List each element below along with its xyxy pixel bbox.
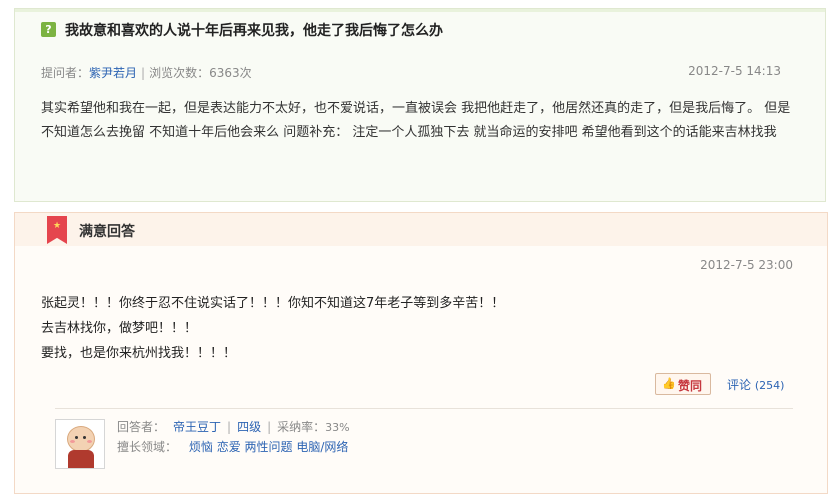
avatar-cheek [70, 440, 75, 443]
asker-name-link[interactable]: 紫尹若月 [89, 66, 137, 80]
adopt-rate: 33% [325, 421, 350, 434]
info-separator: | [227, 420, 232, 434]
answer-line: 去吉林找你，做梦吧！！！ [41, 321, 198, 336]
question-title: 我故意和喜欢的人说十年后再来见我，他走了我后悔了怎么办 [65, 23, 443, 39]
avatar-eye [83, 436, 86, 439]
answer-line: 张起灵！！！你终于忍不住说实话了！！！你知不知道这7年老子等到多辛苦！！ [41, 296, 505, 311]
thumbs-up-icon: 👍 [662, 377, 676, 390]
answer-date: 2012-7-5 23:00 [700, 258, 793, 272]
answer-body: 张起灵！！！你终于忍不住说实话了！！！你知不知道这7年老子等到多辛苦！！ 去吉林… [41, 291, 504, 366]
expertise-link[interactable]: 两性问题 [245, 440, 293, 454]
question-meta: 提问者：紫尹若月 | 浏览次数：6363次 [41, 64, 252, 81]
expertise-label: 擅长领域： [117, 440, 178, 454]
answerer-info: 回答者： 帝王豆丁 | 四级 | 采纳率：33% [117, 418, 350, 435]
best-answer-header [15, 213, 827, 246]
asker-label: 提问者： [41, 66, 90, 80]
medal-star-icon: ★ [53, 221, 62, 231]
expertise-link[interactable]: 电脑/网络 [296, 440, 348, 454]
adopt-rate-label: 采纳率： [277, 420, 326, 434]
answerer-expertise: 擅长领域： 烦恼 恋爱 两性问题 电脑/网络 [117, 438, 348, 455]
question-mark-icon: ? [41, 22, 56, 37]
divider [55, 408, 793, 409]
question-top-strip [15, 9, 825, 12]
best-answer-panel: ★ 满意回答 2012-7-5 23:00 张起灵！！！你终于忍不住说实话了！！… [14, 212, 828, 494]
comment-label: 评论 [727, 378, 752, 392]
comment-count: (254) [754, 379, 785, 392]
question-body: 其实希望他和我在一起，但是表达能力不太好，也不爱说话，一直被误会 我把他赶走了，… [41, 101, 791, 140]
avatar-eye [75, 436, 78, 439]
avatar-head [67, 426, 95, 452]
best-answer-title: 满意回答 [79, 224, 135, 240]
expertise-link[interactable]: 恋爱 [217, 440, 241, 454]
answerer-label: 回答者： [117, 420, 166, 434]
avatar-cheek [87, 440, 92, 443]
like-button[interactable]: 👍 赞同 [655, 373, 711, 395]
avatar-body [68, 450, 94, 468]
answerer-level-link[interactable]: 四级 [237, 420, 261, 434]
avatar[interactable] [55, 419, 105, 469]
answer-line: 要找，也是你来杭州找我！！！！ [41, 346, 237, 361]
question-panel: ? 我故意和喜欢的人说十年后再来见我，他走了我后悔了怎么办 提问者：紫尹若月 | 浏… [14, 8, 826, 202]
meta-separator: | [141, 66, 146, 80]
like-label: 赞同 [678, 379, 703, 393]
comment-link[interactable]: 评论 (254) [727, 376, 784, 393]
view-count: 浏览次数：6363次 [149, 66, 252, 80]
answerer-name-link[interactable]: 帝王豆丁 [173, 420, 221, 434]
info-separator: | [267, 420, 272, 434]
question-date: 2012-7-5 14:13 [688, 64, 781, 78]
expertise-link[interactable]: 烦恼 [189, 440, 213, 454]
